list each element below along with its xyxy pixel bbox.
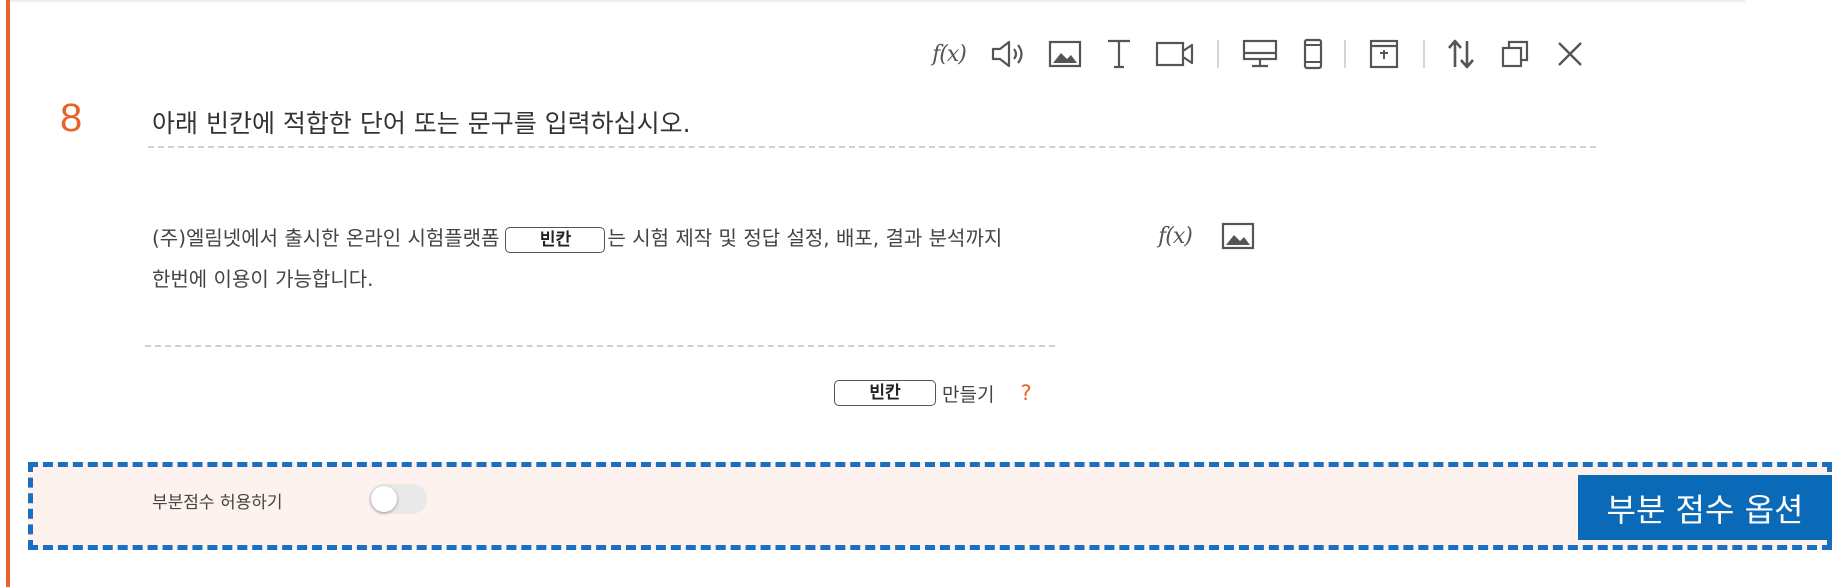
top-divider	[10, 0, 1745, 2]
text-icon[interactable]	[1099, 34, 1139, 74]
make-blank-row: 빈칸 만들기 ?	[834, 378, 1032, 408]
toolbar-separator	[1423, 40, 1425, 68]
help-icon[interactable]: ?	[1020, 381, 1031, 405]
body-formula-label: f(x)	[1158, 223, 1193, 249]
body-text-before-blank: (주)엘림넷에서 출시한 온라인 시험플랫폼	[152, 226, 500, 250]
partial-score-label: 부분점수 허용하기	[152, 493, 283, 513]
body-image-icon[interactable]	[1218, 216, 1258, 256]
formula-label: f(x)	[932, 41, 967, 67]
formula-icon[interactable]: f(x)	[929, 34, 969, 74]
close-icon[interactable]	[1550, 34, 1590, 74]
body-text-after-blank: 는 시험 제작 및 정답 설정, 배포, 결과 분석까지	[607, 226, 1003, 250]
partial-score-option-callout: 부분 점수 옵션	[1578, 475, 1832, 540]
body-formula-icon[interactable]: f(x)	[1155, 216, 1195, 256]
video-icon[interactable]	[1155, 34, 1195, 74]
make-blank-label: 만들기	[942, 383, 995, 406]
question-title[interactable]: 아래 빈칸에 적합한 단어 또는 문구를 입력하십시오.	[152, 104, 691, 140]
toolbar-separator	[1344, 40, 1346, 68]
blank-chip[interactable]: 빈칸	[505, 226, 606, 253]
toggle-knob	[371, 486, 397, 512]
content-divider	[145, 345, 1055, 347]
question-accent-bar	[6, 0, 10, 587]
body-text-line2: 한번에 이용이 가능합니다.	[152, 267, 374, 291]
question-body-line2[interactable]: 한번에 이용이 가능합니다.	[152, 263, 373, 292]
make-blank-chip-button[interactable]: 빈칸	[834, 380, 936, 406]
question-body-line1[interactable]: (주)엘림넷에서 출시한 온라인 시험플랫폼 빈칸 는 시험 제작 및 정답 설정,…	[152, 222, 1002, 253]
question-number: 8	[60, 96, 83, 140]
copy-icon[interactable]	[1495, 34, 1535, 74]
layout-icon[interactable]	[1364, 34, 1404, 74]
mobile-preview-icon[interactable]	[1293, 34, 1333, 74]
desktop-preview-icon[interactable]	[1240, 34, 1280, 74]
image-icon[interactable]	[1045, 34, 1085, 74]
toolbar-separator	[1217, 40, 1219, 68]
title-underline	[148, 146, 1596, 148]
partial-score-toggle[interactable]	[369, 484, 427, 514]
partial-score-area	[28, 462, 1832, 550]
reorder-icon[interactable]	[1441, 34, 1481, 74]
audio-icon[interactable]	[989, 34, 1029, 74]
